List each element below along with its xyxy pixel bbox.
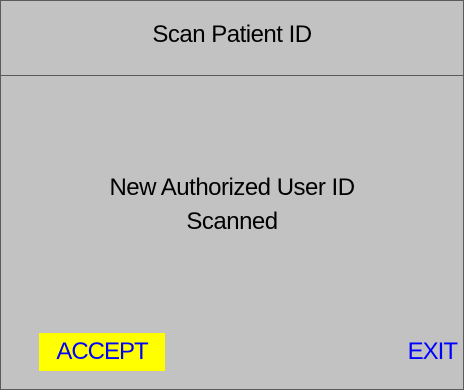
device-screen: Scan Patient ID New Authorized User ID S… <box>0 0 464 390</box>
status-message: New Authorized User ID Scanned <box>1 171 463 239</box>
status-message-line-2: Scanned <box>186 208 278 235</box>
title-bar: Scan Patient ID <box>1 1 463 76</box>
exit-button[interactable]: EXIT <box>408 333 458 371</box>
status-message-line-1: New Authorized User ID <box>109 174 355 201</box>
screen-title: Scan Patient ID <box>152 20 312 48</box>
accept-button[interactable]: ACCEPT <box>39 333 165 371</box>
